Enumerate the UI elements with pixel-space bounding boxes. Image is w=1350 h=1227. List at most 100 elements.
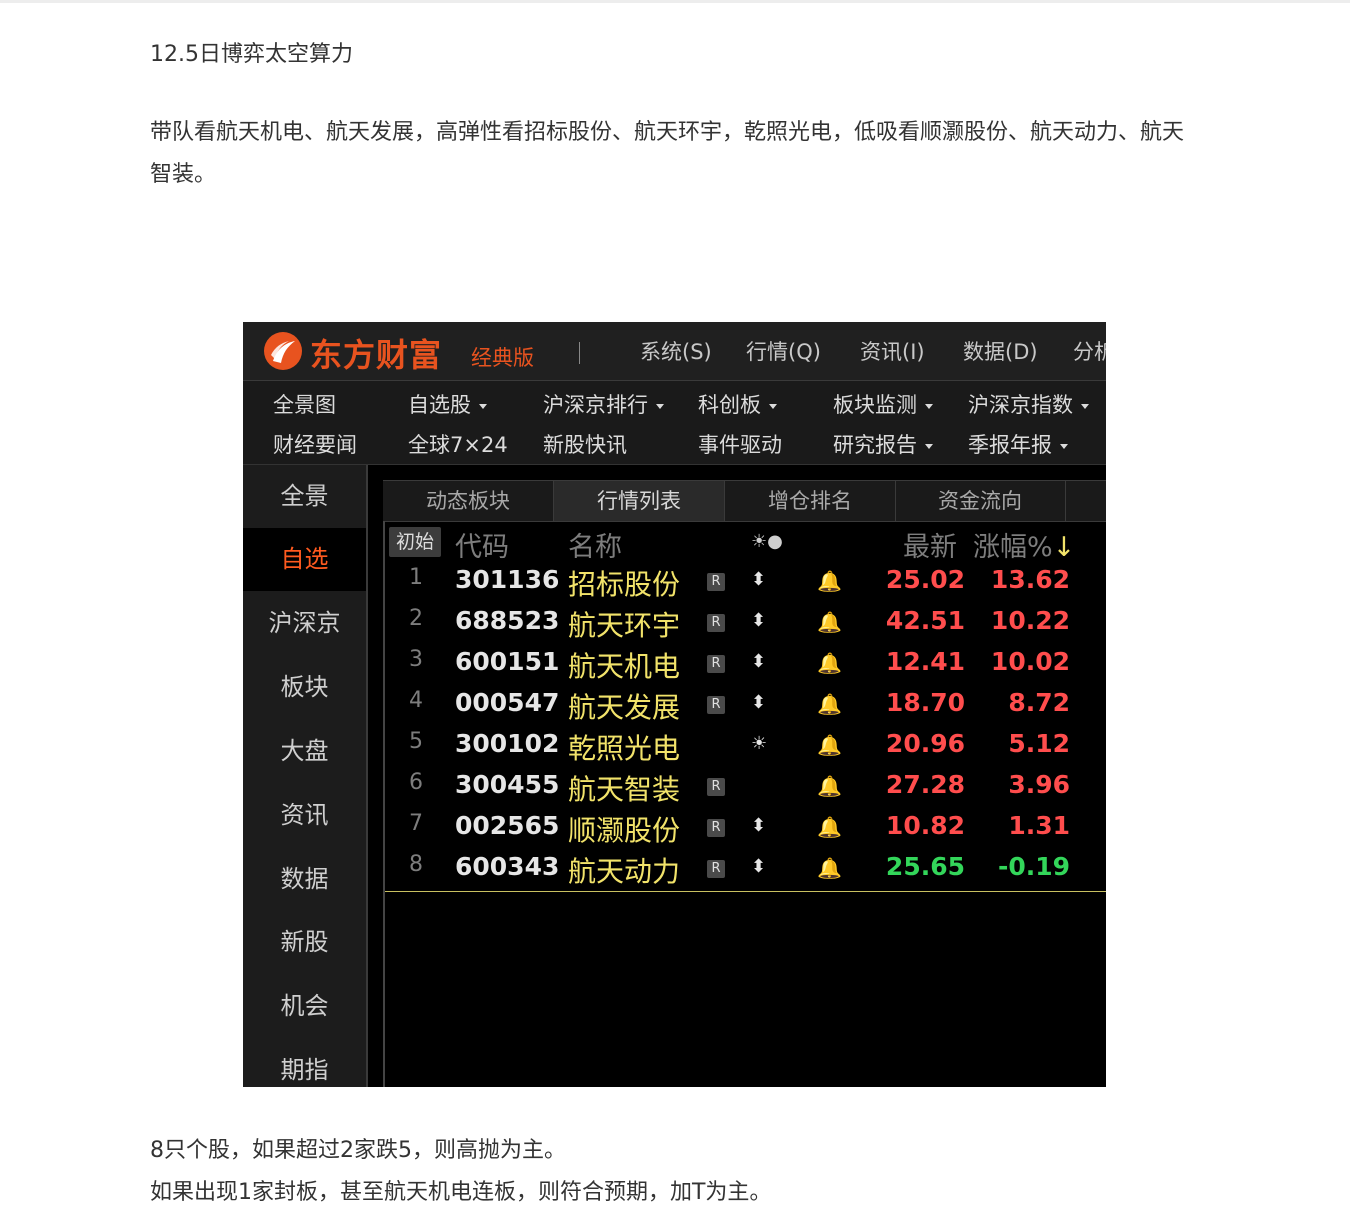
sidebar-item-sectors[interactable]: 板块	[243, 656, 366, 719]
dropdown-caret-icon	[1060, 443, 1068, 449]
table-bottom-rule	[385, 891, 1106, 892]
quicknav-event-driven[interactable]: 事件驱动	[698, 429, 782, 459]
menu-market[interactable]: 行情(Q)	[746, 336, 821, 366]
dropdown-caret-icon	[925, 403, 933, 409]
bell-icon[interactable]: 🔔	[817, 774, 842, 798]
quicknav-sector-monitor[interactable]: 板块监测	[833, 389, 933, 419]
header-latest[interactable]: 最新	[903, 525, 957, 564]
latest-price: 25.02	[885, 565, 965, 594]
stock-code: 300455	[455, 770, 560, 799]
table-row[interactable]: 7 002565 顺灏股份 R ⬍ 🔔 10.82 1.31	[385, 809, 1106, 850]
table-row[interactable]: 5 300102 乾照光电 ☀ 🔔 20.96 5.12	[385, 727, 1106, 768]
quicknav-label: 全景图	[273, 393, 336, 417]
stock-code: 600151	[455, 647, 560, 676]
quicknav-ipo-news[interactable]: 新股快讯	[543, 429, 627, 459]
menu-analysis[interactable]: 分析	[1073, 336, 1106, 366]
tab-quote-list[interactable]: 行情列表	[554, 481, 725, 521]
article-rule-2: 如果出现1家封板，甚至航天机电连板，则符合预期，加T为主。	[150, 1180, 772, 1205]
sidebar-item-hushenjing[interactable]: 沪深京	[243, 592, 366, 655]
bell-icon[interactable]: 🔔	[817, 815, 842, 839]
stock-name: 招标股份	[568, 568, 681, 601]
app-screenshot: 东方财富 经典版 系统(S) 行情(Q) 资讯(I) 数据(D) 分析 全景图 …	[243, 322, 1106, 1087]
tab-dynamic-sectors[interactable]: 动态板块	[383, 481, 554, 521]
stock-name: 航天机电	[568, 650, 681, 683]
table-row[interactable]: 2 688523 航天环宇 R ⬍ 🔔 42.51 10.22	[385, 604, 1106, 645]
stock-code: 300102	[455, 729, 560, 758]
menu-data[interactable]: 数据(D)	[963, 336, 1038, 366]
quicknav-ranking[interactable]: 沪深京排行	[543, 389, 664, 419]
quicknav-panorama[interactable]: 全景图	[273, 389, 336, 419]
table-header: 初始 代码 名称 ☀● 最新 涨幅%↓	[385, 521, 1106, 564]
sidebar-item-ipo[interactable]: 新股	[243, 911, 366, 974]
sidebar-item-opportunity[interactable]: 机会	[243, 975, 366, 1038]
row-index: 2	[409, 606, 423, 631]
bell-icon[interactable]: 🔔	[817, 733, 842, 757]
quicknav-label: 全球7×24	[408, 433, 508, 457]
menu-system[interactable]: 系统(S)	[640, 336, 712, 366]
r-badge-icon: R	[707, 819, 725, 837]
table-row[interactable]: 8 600343 航天动力 R ⬍ 🔔 25.65 -0.19	[385, 850, 1106, 891]
stock-flag-icon: ⬍	[751, 815, 767, 836]
quicknav-label: 季报年报	[968, 433, 1052, 457]
quicknav-reports[interactable]: 季报年报	[968, 429, 1068, 459]
change-percent: 5.12	[1008, 729, 1070, 758]
bell-icon[interactable]: 🔔	[817, 610, 842, 634]
quicknav-label: 沪深京指数	[968, 393, 1073, 417]
tab-bar: 动态板块 行情列表 增仓排名 资金流向	[383, 480, 1106, 522]
article-rule-1: 8只个股，如果超过2家跌5，则高抛为主。	[150, 1138, 566, 1163]
row-index: 5	[409, 729, 423, 754]
stock-flag-icon: ⬍	[751, 856, 767, 877]
table-row[interactable]: 4 000547 航天发展 R ⬍ 🔔 18.70 8.72	[385, 686, 1106, 727]
stock-name: 航天智装	[568, 773, 681, 806]
bell-icon[interactable]: 🔔	[817, 651, 842, 675]
quick-nav: 全景图 自选股 沪深京排行 科创板 板块监测 沪深京指数 财经要闻 全球7×24…	[243, 381, 1106, 465]
sort-desc-icon: ↓	[1052, 532, 1076, 563]
sidebar-item-data[interactable]: 数据	[243, 848, 366, 911]
row-index: 1	[409, 565, 423, 590]
bell-icon[interactable]: 🔔	[817, 856, 842, 880]
stock-code: 688523	[455, 606, 560, 635]
r-badge-icon: R	[707, 614, 725, 632]
quicknav-label: 财经要闻	[273, 433, 357, 457]
stock-flag-icon: ⬍	[751, 610, 767, 631]
main-content: 动态板块 行情列表 增仓排名 资金流向 初始 代码 名称 ☀● 最新 涨幅%↓ …	[383, 480, 1106, 1087]
reset-sort-button[interactable]: 初始	[389, 527, 441, 557]
change-percent: 10.22	[990, 606, 1070, 635]
stock-name: 航天动力	[568, 855, 681, 888]
bell-icon[interactable]: 🔔	[817, 569, 842, 593]
header-name[interactable]: 名称	[568, 525, 622, 564]
row-index: 4	[409, 688, 423, 713]
dropdown-caret-icon	[479, 403, 487, 409]
quicknav-finance-news[interactable]: 财经要闻	[273, 429, 357, 459]
quicknav-star-market[interactable]: 科创板	[698, 389, 777, 419]
bell-icon[interactable]: 🔔	[817, 692, 842, 716]
eastmoney-logo-icon	[264, 332, 302, 370]
tab-capital-flow[interactable]: 资金流向	[895, 481, 1066, 521]
quicknav-global-724[interactable]: 全球7×24	[408, 429, 508, 459]
sidebar-item-market[interactable]: 大盘	[243, 720, 366, 783]
table-row[interactable]: 1 301136 招标股份 R ⬍ 🔔 25.02 13.62	[385, 563, 1106, 604]
table-row[interactable]: 3 600151 航天机电 R ⬍ 🔔 12.41 10.02	[385, 645, 1106, 686]
sidebar-item-futures[interactable]: 期指	[243, 1039, 366, 1087]
latest-price: 18.70	[885, 688, 965, 717]
sidebar-item-news[interactable]: 资讯	[243, 784, 366, 847]
quicknav-watchlist[interactable]: 自选股	[408, 389, 487, 419]
menu-news[interactable]: 资讯(I)	[860, 336, 925, 366]
header-code[interactable]: 代码	[455, 525, 509, 564]
change-percent: 8.72	[1008, 688, 1070, 717]
header-change[interactable]: 涨幅%↓	[973, 525, 1075, 564]
dropdown-caret-icon	[769, 403, 777, 409]
sidebar-item-watchlist[interactable]: 自选	[243, 528, 366, 591]
tab-position-ranking[interactable]: 增仓排名	[725, 481, 896, 521]
change-percent: -0.19	[997, 852, 1070, 881]
sidebar-item-panorama[interactable]: 全景	[243, 465, 366, 528]
quicknav-index[interactable]: 沪深京指数	[968, 389, 1089, 419]
article-intro: 带队看航天机电、航天发展，高弹性看招标股份、航天环宇，乾照光电，低吸看顺灏股份、…	[150, 120, 1185, 187]
quicknav-research[interactable]: 研究报告	[833, 429, 933, 459]
latest-price: 42.51	[885, 606, 965, 635]
table-row[interactable]: 6 300455 航天智装 R 🔔 27.28 3.96	[385, 768, 1106, 809]
header-icons: ☀●	[751, 531, 783, 552]
stock-code: 000547	[455, 688, 560, 717]
change-percent: 13.62	[990, 565, 1070, 594]
stock-code: 600343	[455, 852, 560, 881]
